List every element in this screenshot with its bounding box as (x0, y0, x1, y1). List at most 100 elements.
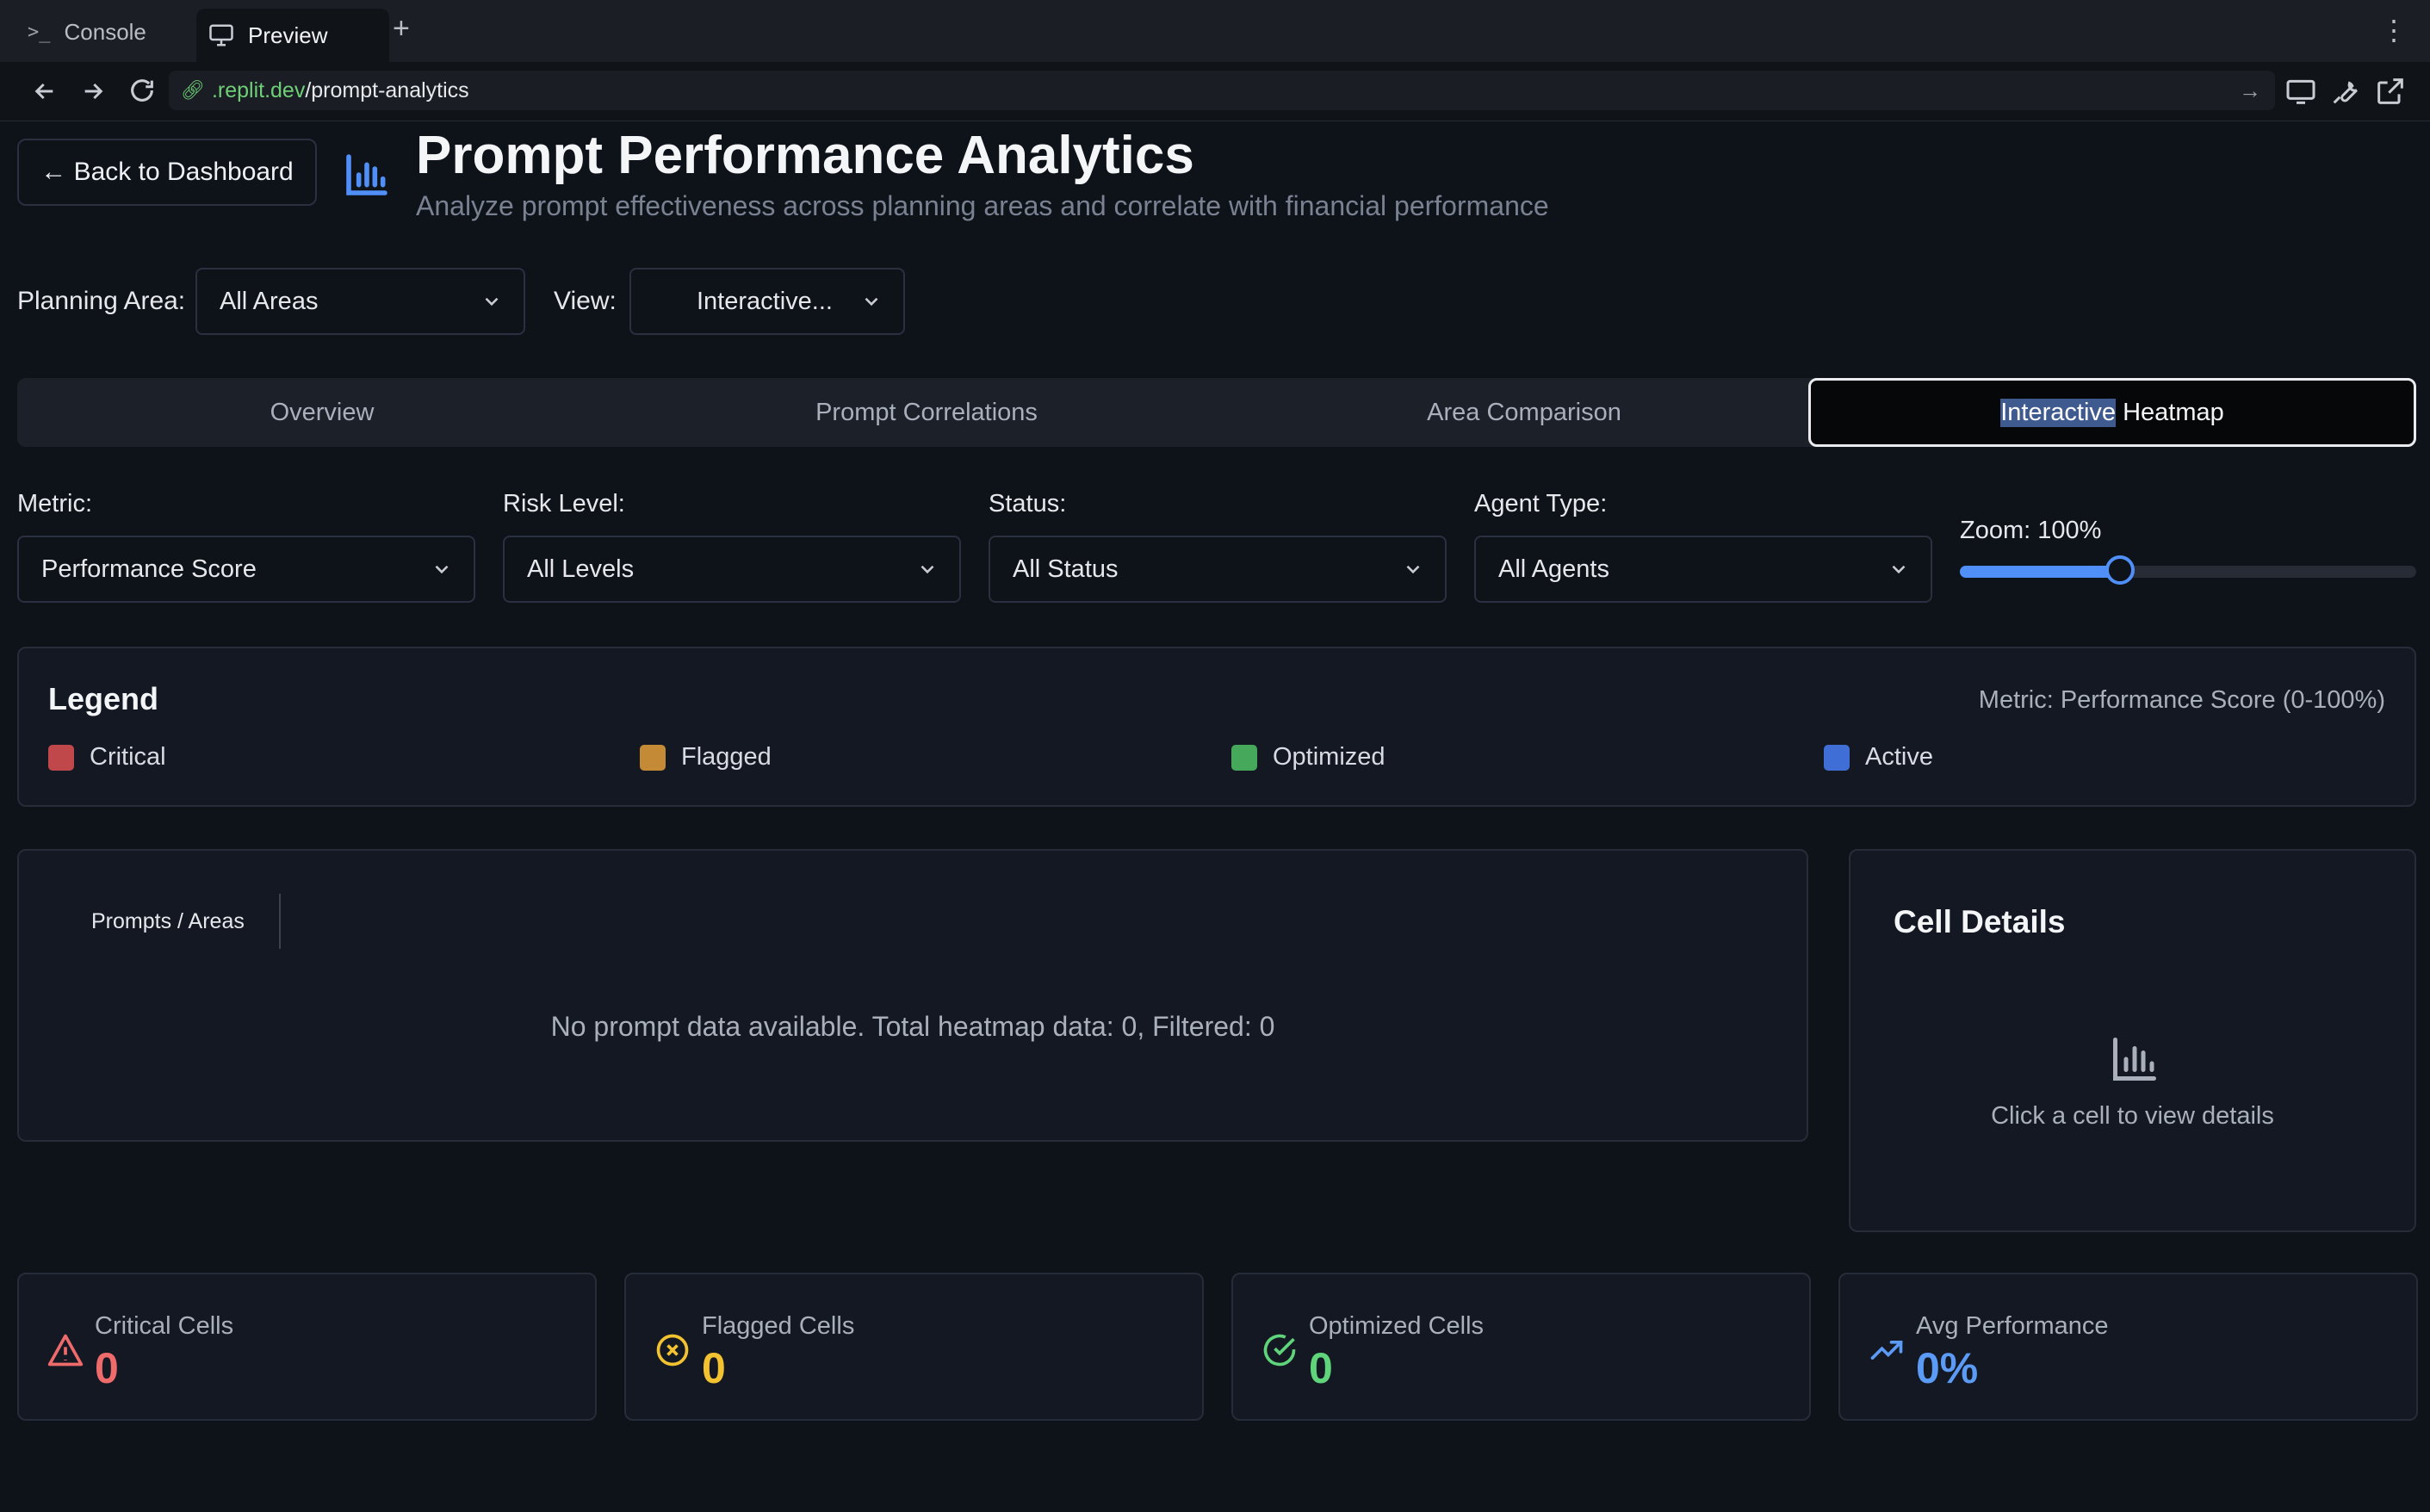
tab-area-comparison[interactable]: Area Comparison (1226, 378, 1822, 447)
page-subtitle: Analyze prompt effectiveness across plan… (416, 190, 1549, 221)
page-content: ← Back to Dashboard Prompt Performance A… (0, 121, 2430, 1512)
view-select[interactable]: Interactive... (629, 268, 905, 335)
heatmap-corner-header: Prompts / Areas (91, 909, 245, 933)
risk-level-value: All Levels (527, 555, 635, 583)
reload-icon[interactable] (127, 76, 157, 105)
legend-item-active: Active (1824, 743, 1933, 771)
heatmap-empty-message: No prompt data available. Total heatmap … (550, 1011, 1275, 1042)
stat-label: Optimized Cells (1309, 1312, 1485, 1340)
wrench-icon[interactable] (2328, 74, 2363, 108)
trending-up-icon (1870, 1341, 1903, 1360)
metric-select[interactable]: Performance Score (17, 536, 475, 603)
legend-label-optimized: Optimized (1273, 743, 1385, 771)
legend-title: Legend (48, 681, 159, 716)
legend-panel: Legend Metric: Performance Score (0-100%… (17, 647, 2416, 807)
stat-label: Avg Performance (1916, 1312, 2109, 1340)
tab-overview[interactable]: Overview (17, 378, 627, 447)
chevron-down-icon (435, 565, 449, 574)
risk-level-label: Risk Level: (503, 490, 625, 517)
stat-value: 0 (95, 1344, 119, 1392)
chevron-down-icon (921, 565, 934, 574)
link-icon: 🔗︎ (181, 79, 205, 101)
planning-area-value: All Areas (220, 287, 319, 315)
new-tab-button[interactable]: + (393, 12, 410, 46)
legend-swatch-flagged (640, 744, 666, 771)
cell-details-message: Click a cell to view details (1991, 1102, 2274, 1130)
cell-details-panel: Cell Details Click a cell to view detail… (1849, 849, 2416, 1232)
stat-card-avg-performance: Avg Performance 0% (1838, 1273, 2418, 1421)
status-value: All Status (1013, 555, 1119, 583)
zoom-slider-fill (1960, 566, 2120, 578)
metric-label: Metric: (17, 490, 92, 517)
bar-chart-icon (2113, 1038, 2156, 1081)
url-path: /prompt-analytics (305, 77, 469, 102)
legend-item-critical: Critical (48, 743, 166, 771)
stat-value: 0 (1309, 1344, 1333, 1392)
url-host: .replit.dev (211, 77, 306, 102)
stat-value: 0 (702, 1344, 726, 1392)
devices-icon[interactable] (2284, 74, 2318, 108)
tab-interactive-heatmap[interactable]: Interactive Heatmap (1808, 378, 2416, 447)
zoom-slider[interactable] (1960, 555, 2416, 585)
stat-value: 0% (1916, 1344, 1979, 1392)
metric-value: Performance Score (41, 555, 257, 583)
zoom-label: Zoom: 100% (1960, 517, 2102, 544)
agent-type-select[interactable]: All Agents (1474, 536, 1932, 603)
monitor-icon (209, 24, 233, 46)
legend-swatch-critical (48, 744, 74, 771)
tab-console[interactable]: >_ Console (28, 10, 191, 53)
agent-type-label: Agent Type: (1474, 490, 1608, 517)
planning-area-select[interactable]: All Areas (195, 268, 525, 335)
tab-preview-label: Preview (248, 22, 328, 48)
heatmap-header-divider (279, 894, 281, 949)
tab-label-rest: Heatmap (2116, 398, 2224, 426)
stat-card-critical: Critical Cells 0 (17, 1273, 597, 1421)
bar-chart-icon (346, 154, 387, 195)
legend-label-flagged: Flagged (681, 743, 772, 771)
check-circle-icon (1263, 1334, 1296, 1366)
cell-details-title: Cell Details (1894, 904, 2066, 939)
browser-tab-bar: >_ Console Preview + ⋮ (0, 0, 2430, 63)
analytics-tabs: Overview Prompt Correlations Area Compar… (17, 378, 2416, 447)
go-arrow-icon[interactable]: → (2239, 77, 2261, 104)
external-link-icon[interactable] (2373, 74, 2408, 108)
selected-text: Interactive (2000, 398, 2117, 427)
alert-triangle-icon (47, 1334, 84, 1366)
legend-item-optimized: Optimized (1231, 743, 1385, 771)
view-label: View: (554, 287, 617, 315)
stat-card-flagged: Flagged Cells 0 (624, 1273, 1204, 1421)
zoom-slider-thumb[interactable] (2105, 555, 2135, 585)
stat-card-optimized: Optimized Cells 0 (1231, 1273, 1811, 1421)
x-circle-icon (656, 1334, 689, 1366)
status-label: Status: (989, 490, 1067, 517)
terminal-icon: >_ (28, 21, 51, 43)
legend-swatch-optimized (1231, 744, 1257, 771)
legend-item-flagged: Flagged (640, 743, 772, 771)
legend-metric-note: Metric: Performance Score (0-100%) (1978, 686, 2385, 714)
view-value: Interactive... (697, 287, 833, 315)
chevron-down-icon (485, 297, 499, 307)
agent-type-value: All Agents (1498, 555, 1609, 583)
back-arrow-icon[interactable] (31, 77, 59, 105)
legend-swatch-active (1824, 744, 1850, 771)
tab-preview[interactable]: Preview (196, 9, 389, 62)
risk-level-select[interactable]: All Levels (503, 536, 961, 603)
address-bar: 🔗︎ .replit.dev /prompt-analytics → (0, 62, 2430, 121)
stat-label: Critical Cells (95, 1312, 234, 1340)
chevron-down-icon (1892, 565, 1906, 574)
forward-arrow-icon[interactable] (79, 77, 107, 105)
legend-label-active: Active (1865, 743, 1933, 771)
url-field[interactable]: 🔗︎ .replit.dev /prompt-analytics → (169, 71, 2275, 110)
legend-label-critical: Critical (90, 743, 166, 771)
page-title: Prompt Performance Analytics (416, 126, 1194, 185)
chevron-down-icon (1406, 565, 1420, 574)
stat-label: Flagged Cells (702, 1312, 855, 1340)
planning-area-label: Planning Area: (17, 287, 186, 315)
heatmap-panel: Prompts / Areas No prompt data available… (17, 849, 1808, 1142)
back-to-dashboard-button[interactable]: ← Back to Dashboard (17, 139, 317, 206)
status-select[interactable]: All Status (989, 536, 1447, 603)
chevron-down-icon (865, 297, 878, 307)
more-options-icon[interactable]: ⋮ (2380, 14, 2408, 46)
tab-console-label: Console (64, 18, 146, 45)
tab-prompt-correlations[interactable]: Prompt Correlations (627, 378, 1226, 447)
